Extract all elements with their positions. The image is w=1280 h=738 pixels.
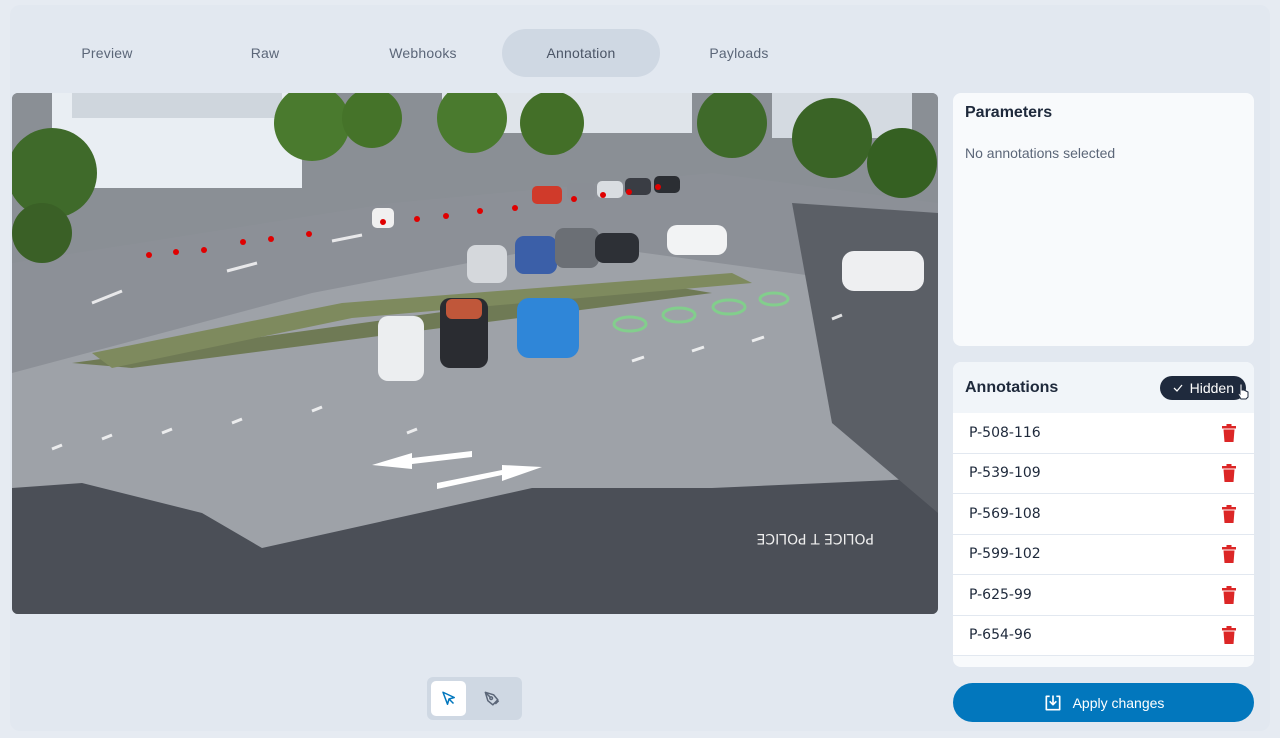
trash-icon [1222, 464, 1236, 483]
delete-annotation-button[interactable] [1222, 585, 1236, 604]
delete-annotation-button[interactable] [1222, 423, 1236, 442]
svg-text:POLICE T POLICE: POLICE T POLICE [757, 530, 874, 546]
annotation-row[interactable]: P-569-108 [953, 494, 1254, 535]
cursor-arrow-icon [441, 691, 455, 705]
trash-icon [1222, 585, 1236, 604]
pen-icon [484, 691, 499, 706]
annotation-row[interactable]: P-508-116 [953, 413, 1254, 454]
parameters-title: Parameters [965, 104, 1053, 121]
tab-preview[interactable]: Preview [28, 29, 186, 77]
annotations-list: P-508-116 P-539-109 P-569-108 P-599-102 … [953, 413, 1254, 656]
download-tray-icon [1045, 695, 1061, 710]
delete-annotation-button[interactable] [1222, 504, 1236, 523]
trash-icon [1222, 626, 1236, 645]
trash-icon [1222, 545, 1236, 564]
delete-annotation-button[interactable] [1222, 545, 1236, 564]
annotations-title: Annotations [965, 378, 1059, 396]
parameters-empty-text: No annotations selected [965, 145, 1116, 161]
annotation-label: P-625-99 [969, 586, 1032, 603]
apply-changes-label: Apply changes [1072, 694, 1165, 711]
check-icon [1173, 384, 1183, 392]
annotation-label: P-599-102 [969, 546, 1041, 563]
hand-cursor-icon [1237, 383, 1249, 399]
tab-bar: Preview Raw Webhooks Annotation Payloads [28, 29, 818, 77]
tab-annotation[interactable]: Annotation [502, 29, 660, 77]
annotation-label: P-508-116 [969, 424, 1041, 441]
annotation-label: P-569-108 [969, 505, 1041, 522]
annotation-row[interactable]: P-599-102 [953, 535, 1254, 575]
parking-lot-image: POLICE T POLICE [12, 93, 938, 614]
hidden-toggle-button[interactable]: Hidden [1159, 375, 1249, 400]
tab-webhooks[interactable]: Webhooks [344, 29, 502, 77]
delete-annotation-button[interactable] [1222, 626, 1236, 645]
annotations-header: Annotations Hidden [953, 362, 1254, 413]
annotations-panel: Annotations Hidden P-508-116 P-539-109 P… [953, 362, 1254, 667]
apply-changes-button[interactable]: Apply changes [953, 683, 1254, 722]
select-tool-button[interactable] [431, 681, 466, 716]
annotation-label: P-654-96 [969, 627, 1032, 644]
delete-annotation-button[interactable] [1222, 464, 1236, 483]
trash-icon [1222, 423, 1236, 442]
tab-payloads[interactable]: Payloads [660, 29, 818, 77]
draw-tool-button[interactable] [474, 681, 509, 716]
annotation-row[interactable]: P-539-109 [953, 454, 1254, 494]
parameters-panel: Parameters No annotations selected [953, 93, 1254, 346]
hidden-toggle-label: Hidden [1189, 379, 1234, 396]
annotation-row[interactable]: P-625-99 [953, 575, 1254, 616]
trash-icon [1222, 504, 1236, 523]
annotation-row[interactable]: P-654-96 [953, 616, 1254, 656]
camera-image-canvas[interactable]: POLICE T POLICE [12, 93, 938, 614]
tab-raw[interactable]: Raw [186, 29, 344, 77]
tool-switcher [427, 677, 522, 720]
annotation-label: P-539-109 [969, 465, 1041, 482]
